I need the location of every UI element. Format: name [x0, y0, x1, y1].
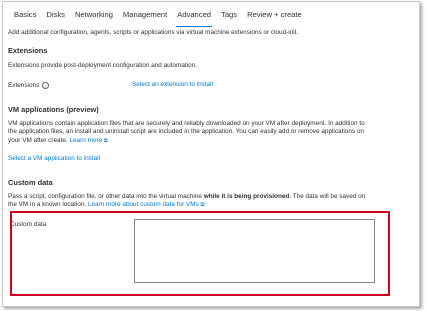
- vm-applications-line-2: the application files, an install and un…: [8, 128, 364, 136]
- custom-data-line-2: the VM in a known location. Learn more a…: [8, 201, 413, 209]
- external-link-icon: ⧉: [103, 137, 108, 144]
- tab-bar: Basics Disks Networking Management Advan…: [9, 8, 307, 28]
- tab-disks[interactable]: Disks: [41, 8, 70, 28]
- select-vm-application-link[interactable]: Select a VM application to install: [8, 155, 100, 163]
- vm-applications-line-3-text: your VM after create.: [8, 136, 68, 144]
- vm-applications-learn-more-link[interactable]: Learn more ⧉: [69, 137, 107, 144]
- tab-networking[interactable]: Networking: [70, 8, 118, 28]
- custom-data-line-2-text: the VM in a known location.: [8, 201, 87, 209]
- extensions-label: Extensions i: [8, 82, 50, 90]
- external-link-icon: ⧉: [200, 202, 205, 209]
- vm-applications-line-1: VM applications contain application file…: [8, 120, 365, 127]
- tab-tags[interactable]: Tags: [216, 8, 242, 28]
- custom-data-textarea[interactable]: [134, 219, 375, 283]
- extensions-description: Extensions provide post-deployment confi…: [8, 62, 197, 69]
- info-icon[interactable]: i: [42, 82, 50, 89]
- custom-data-learn-more-link[interactable]: Learn more about custom data for VMs ⧉: [88, 201, 205, 208]
- tab-basics[interactable]: Basics: [9, 8, 41, 28]
- custom-data-line-1-bold: while it is being provisioned: [203, 193, 290, 200]
- custom-data-line-1: Pass a script, configuration file, or ot…: [8, 193, 413, 201]
- custom-data-line-1-pre: Pass a script, configuration file, or ot…: [8, 193, 204, 200]
- select-extension-link[interactable]: Select an extension to install: [132, 81, 213, 89]
- vm-applications-line-3: your VM after create. Learn more ⧉: [8, 137, 413, 145]
- custom-data-learn-more-label: Learn more about custom data for VMs: [87, 201, 199, 209]
- vm-applications-heading: VM applications (preview): [8, 105, 99, 114]
- custom-data-heading: Custom data: [8, 178, 53, 187]
- custom-data-description: Pass a script, configuration file, or ot…: [8, 193, 413, 210]
- tab-review-create[interactable]: Review + create: [242, 8, 307, 28]
- intro-text: Add additional configuration, agents, sc…: [8, 29, 299, 36]
- tab-advanced[interactable]: Advanced: [172, 8, 216, 28]
- tab-management[interactable]: Management: [118, 8, 172, 28]
- learn-more-label: Learn more: [69, 136, 103, 144]
- custom-data-field-label: Custom data: [10, 221, 47, 228]
- extensions-label-text: Extensions: [8, 82, 40, 90]
- advanced-tab-panel: Basics Disks Networking Management Advan…: [2, 1, 420, 307]
- vm-applications-description: VM applications contain application file…: [8, 120, 413, 145]
- custom-data-line-1-post: . The data will be saved on: [289, 193, 366, 200]
- extensions-heading: Extensions: [8, 46, 48, 55]
